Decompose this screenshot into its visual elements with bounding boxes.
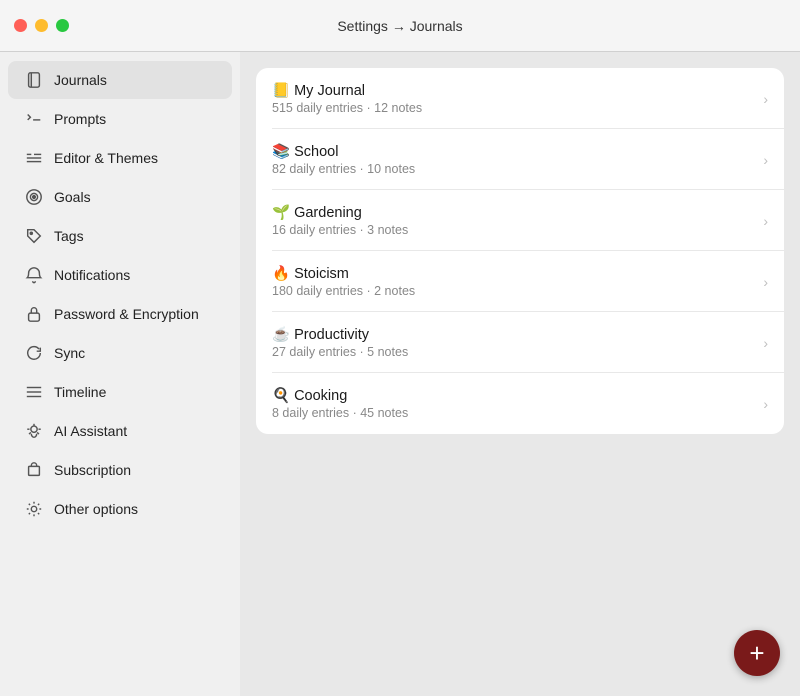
sidebar-item-prompts[interactable]: Prompts bbox=[8, 100, 232, 138]
journal-name: ☕ Productivity bbox=[272, 326, 755, 343]
goals-icon bbox=[24, 187, 44, 207]
sidebar-item-journals[interactable]: Journals bbox=[8, 61, 232, 99]
sidebar-item-ai[interactable]: AI Assistant bbox=[8, 412, 232, 450]
subscription-icon bbox=[24, 460, 44, 480]
journal-item[interactable]: 🔥 Stoicism 180 daily entries · 2 notes › bbox=[256, 251, 784, 312]
sidebar-item-subscription[interactable]: Subscription bbox=[8, 451, 232, 489]
minimize-button[interactable] bbox=[35, 19, 48, 32]
journal-name: 📒 My Journal bbox=[272, 82, 755, 99]
lock-icon bbox=[24, 304, 44, 324]
sidebar-label-ai: AI Assistant bbox=[54, 423, 127, 439]
main-content: 📒 My Journal 515 daily entries · 12 note… bbox=[240, 52, 800, 696]
sidebar-label-prompts: Prompts bbox=[54, 111, 106, 127]
journal-info: 🔥 Stoicism 180 daily entries · 2 notes bbox=[272, 265, 755, 298]
journal-item[interactable]: 🌱 Gardening 16 daily entries · 3 notes › bbox=[256, 190, 784, 251]
sidebar-item-editor-themes[interactable]: Editor & Themes bbox=[8, 139, 232, 177]
tags-icon bbox=[24, 226, 44, 246]
sidebar-label-tags: Tags bbox=[54, 228, 84, 244]
sidebar-label-sync: Sync bbox=[54, 345, 85, 361]
journal-info: ☕ Productivity 27 daily entries · 5 note… bbox=[272, 326, 755, 359]
sidebar-item-timeline[interactable]: Timeline bbox=[8, 373, 232, 411]
prompts-icon bbox=[24, 109, 44, 129]
chevron-right-icon: › bbox=[763, 335, 768, 351]
journal-meta: 515 daily entries · 12 notes bbox=[272, 101, 755, 115]
journal-meta: 16 daily entries · 3 notes bbox=[272, 223, 755, 237]
notifications-icon bbox=[24, 265, 44, 285]
editor-icon bbox=[24, 148, 44, 168]
journal-meta: 82 daily entries · 10 notes bbox=[272, 162, 755, 176]
journal-item[interactable]: ☕ Productivity 27 daily entries · 5 note… bbox=[256, 312, 784, 373]
sidebar-label-other: Other options bbox=[54, 501, 138, 517]
window-title: Settings → Journals bbox=[337, 18, 462, 34]
sidebar-label-goals: Goals bbox=[54, 189, 91, 205]
sidebar-label-notifications: Notifications bbox=[54, 267, 130, 283]
close-button[interactable] bbox=[14, 19, 27, 32]
sync-icon bbox=[24, 343, 44, 363]
journal-info: 🍳 Cooking 8 daily entries · 45 notes bbox=[272, 387, 755, 420]
journal-meta: 8 daily entries · 45 notes bbox=[272, 406, 755, 420]
title-bar: Settings → Journals bbox=[0, 0, 800, 52]
chevron-right-icon: › bbox=[763, 396, 768, 412]
ai-icon bbox=[24, 421, 44, 441]
journal-info: 📒 My Journal 515 daily entries · 12 note… bbox=[272, 82, 755, 115]
sidebar-label-timeline: Timeline bbox=[54, 384, 106, 400]
journal-name: 📚 School bbox=[272, 143, 755, 160]
journals-icon bbox=[24, 70, 44, 90]
sidebar-label-editor: Editor & Themes bbox=[54, 150, 158, 166]
sidebar-label-subscription: Subscription bbox=[54, 462, 131, 478]
journal-meta: 180 daily entries · 2 notes bbox=[272, 284, 755, 298]
sidebar-item-goals[interactable]: Goals bbox=[8, 178, 232, 216]
journal-meta: 27 daily entries · 5 notes bbox=[272, 345, 755, 359]
add-journal-button[interactable]: + bbox=[734, 630, 780, 676]
journal-item[interactable]: 📚 School 82 daily entries · 10 notes › bbox=[256, 129, 784, 190]
other-icon bbox=[24, 499, 44, 519]
journal-info: 📚 School 82 daily entries · 10 notes bbox=[272, 143, 755, 176]
journal-info: 🌱 Gardening 16 daily entries · 3 notes bbox=[272, 204, 755, 237]
chevron-right-icon: › bbox=[763, 213, 768, 229]
sidebar-item-sync[interactable]: Sync bbox=[8, 334, 232, 372]
timeline-icon bbox=[24, 382, 44, 402]
sidebar-label-journals: Journals bbox=[54, 72, 107, 88]
traffic-lights bbox=[14, 19, 69, 32]
sidebar-label-password: Password & Encryption bbox=[54, 306, 199, 322]
journals-list: 📒 My Journal 515 daily entries · 12 note… bbox=[256, 68, 784, 434]
sidebar-item-other[interactable]: Other options bbox=[8, 490, 232, 528]
sidebar-item-password[interactable]: Password & Encryption bbox=[8, 295, 232, 333]
sidebar-item-notifications[interactable]: Notifications bbox=[8, 256, 232, 294]
chevron-right-icon: › bbox=[763, 274, 768, 290]
sidebar-item-tags[interactable]: Tags bbox=[8, 217, 232, 255]
journal-name: 🍳 Cooking bbox=[272, 387, 755, 404]
journal-name: 🌱 Gardening bbox=[272, 204, 755, 221]
app-body: Journals Prompts Editor & bbox=[0, 52, 800, 696]
sidebar: Journals Prompts Editor & bbox=[0, 52, 240, 696]
chevron-right-icon: › bbox=[763, 152, 768, 168]
journal-name: 🔥 Stoicism bbox=[272, 265, 755, 282]
chevron-right-icon: › bbox=[763, 91, 768, 107]
maximize-button[interactable] bbox=[56, 19, 69, 32]
journal-item[interactable]: 🍳 Cooking 8 daily entries · 45 notes › bbox=[256, 373, 784, 434]
journal-item[interactable]: 📒 My Journal 515 daily entries · 12 note… bbox=[256, 68, 784, 129]
